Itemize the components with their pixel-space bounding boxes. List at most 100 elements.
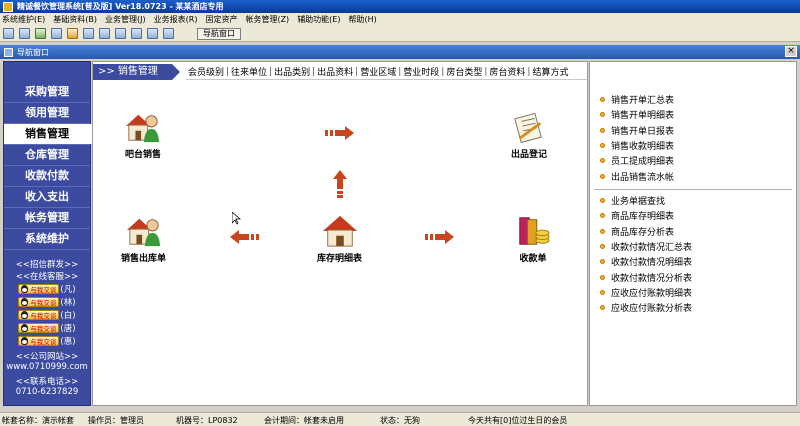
tab-sales-management[interactable]: >> 销售管理 — [93, 64, 180, 80]
menu-help[interactable]: 帮助(H) — [348, 14, 376, 25]
tab-table-type[interactable]: 房台类型 — [444, 65, 484, 78]
arrow-up-icon — [333, 170, 347, 198]
sidebar-item-requisition[interactable]: 领用管理 — [4, 103, 90, 123]
module-bar-sales[interactable]: 吧台销售 — [123, 110, 163, 160]
report-item[interactable]: 销售开单汇总表 — [590, 92, 796, 107]
report-item[interactable]: 应收应付账款明细表 — [590, 285, 796, 300]
report-item[interactable]: 商品库存明细表 — [590, 208, 796, 223]
status-period: 会计期间：帐套未启用 — [264, 416, 344, 425]
menu-tools[interactable]: 辅助功能(E) — [297, 14, 340, 25]
sidebar-item-payments[interactable]: 收款付款 — [4, 166, 90, 186]
module-inventory[interactable]: 库存明细表 — [317, 214, 362, 264]
bullet-icon — [600, 228, 605, 234]
sidebar-item-purchase[interactable]: 采购管理 — [4, 82, 90, 102]
refresh-icon[interactable] — [35, 28, 46, 39]
qq-chat-hui[interactable]: 与我交谈 (惠) — [4, 335, 90, 347]
tab-business-area[interactable]: 营业区域 — [358, 65, 398, 78]
chart-icon[interactable] — [67, 28, 78, 39]
qq-chat-button[interactable]: 与我交谈 — [18, 310, 60, 320]
module-label: 收款单 — [519, 254, 547, 264]
module-sales-out[interactable]: 销售出库单 — [121, 214, 166, 264]
nav-window-button[interactable]: 导航窗口 — [197, 27, 241, 40]
report-item[interactable]: 收款付款情况汇总表 — [590, 239, 796, 254]
status-operator: 操作员：管理员 — [88, 416, 144, 425]
report-item[interactable]: 销售收款明细表 — [590, 138, 796, 153]
bullet-icon — [600, 112, 605, 118]
qq-chat-fan[interactable]: 与我交谈 (凡) — [4, 283, 90, 295]
menu-reports[interactable]: 业务报表(R) — [154, 14, 198, 25]
print-icon[interactable] — [131, 28, 142, 39]
exit-icon[interactable] — [163, 28, 174, 39]
help-icon[interactable] — [147, 28, 158, 39]
status-account: 帐套名称：演示帐套 — [2, 416, 74, 425]
report-item[interactable]: 业务单据查找 — [590, 193, 796, 208]
menu-accounts[interactable]: 帐务管理(Z) — [245, 14, 289, 25]
module-label: 吧台销售 — [124, 150, 161, 160]
penguin-icon — [21, 311, 29, 319]
module-label: 销售出库单 — [121, 254, 167, 264]
sidebar-item-sales[interactable]: 销售管理 — [4, 124, 92, 144]
report-group-sales: 销售开单汇总表 销售开单明细表 销售开单日报表 销售收款明细表 员工提成明细表 … — [590, 92, 796, 184]
new-icon[interactable] — [3, 28, 14, 39]
status-machine: 机器号：LP0832 — [176, 416, 238, 425]
report-item[interactable]: 收款付款情况分析表 — [590, 269, 796, 284]
table-icon[interactable] — [51, 28, 62, 39]
bullet-icon — [600, 158, 605, 164]
bullet-icon — [600, 97, 605, 103]
phone-title: <<联系电话>> — [15, 377, 79, 387]
menu-business[interactable]: 业务管理(J) — [105, 14, 146, 25]
bullet-icon — [600, 305, 605, 311]
tab-business-period[interactable]: 营业时段 — [401, 65, 441, 78]
menu-system[interactable]: 系统维护(E) — [2, 14, 45, 25]
close-icon[interactable]: × — [785, 46, 797, 57]
report-item[interactable]: 出品销售流水帐 — [590, 168, 796, 183]
sidebar-item-accounts[interactable]: 帐务管理 — [4, 208, 90, 228]
bullet-icon — [600, 259, 605, 265]
penguin-icon — [21, 298, 29, 306]
window-icon — [4, 47, 13, 57]
folder-icon[interactable] — [83, 28, 94, 39]
tab-partners[interactable]: 往来单位 — [229, 65, 269, 78]
module-receipt[interactable]: 收款单 — [513, 214, 553, 264]
money-icon — [519, 217, 550, 245]
mouse-cursor-icon — [232, 212, 241, 225]
qq-chat-tang[interactable]: 与我交谈 (唐) — [4, 322, 90, 334]
qq-chat-button[interactable]: 与我交谈 — [18, 297, 60, 307]
qq-chat-button[interactable]: 与我交谈 — [18, 323, 60, 333]
report-item[interactable]: 销售开单明细表 — [590, 107, 796, 122]
report-group-inventory: 业务单据查找 商品库存明细表 商品库存分析表 收款付款情况汇总表 收款付款情况明… — [590, 193, 796, 315]
company-site-link[interactable]: www.0710999.com — [4, 362, 90, 372]
quick-links: 会员级别 | 往来单位 | 出品类别 | 出品资料 | 营业区域 | 营业时段 | 房台类型… — [185, 64, 587, 80]
tab-member-level[interactable]: 会员级别 — [186, 65, 226, 78]
report-item[interactable]: 销售开单日报表 — [590, 123, 796, 138]
report-item[interactable]: 员工提成明细表 — [590, 153, 796, 168]
tab-settlement[interactable]: 结算方式 — [530, 65, 570, 78]
tab-product-data[interactable]: 出品资料 — [315, 65, 355, 78]
report-item[interactable]: 商品库存分析表 — [590, 224, 796, 239]
sidebar-item-maintenance[interactable]: 系统维护 — [4, 229, 90, 249]
tab-table-data[interactable]: 房台资料 — [487, 65, 527, 78]
qq-chat-button[interactable]: 与我交谈 — [18, 284, 60, 294]
menu-basic-data[interactable]: 基础资料(B) — [53, 14, 97, 25]
app-title: 精诚餐饮管理系统[普及版] Ver18.0723 - 某某酒店专用 — [17, 2, 224, 11]
qq-chat-bai[interactable]: 与我交谈 (白) — [4, 309, 90, 321]
save-icon[interactable] — [115, 28, 126, 39]
qq-chat-lin[interactable]: 与我交谈 (林) — [4, 296, 90, 308]
title-bar: 精诚餐饮管理系统[普及版] Ver18.0723 - 某某酒店专用 — [0, 0, 800, 13]
module-product-register[interactable]: 出品登记 — [509, 110, 549, 160]
report-item[interactable]: 收款付款情况明细表 — [590, 254, 796, 269]
sidebar-item-warehouse[interactable]: 仓库管理 — [4, 145, 90, 165]
qq-chat-button[interactable]: 与我交谈 — [18, 336, 60, 346]
status-bar: 帐套名称：演示帐套 操作员：管理员 机器号：LP0832 会计期间：帐套未启用 … — [0, 412, 800, 426]
keyboard-icon[interactable] — [99, 28, 110, 39]
status-birthday: 今天共有[0]位过生日的会员 — [468, 416, 568, 425]
sidebar-item-income[interactable]: 收入支出 — [4, 187, 90, 207]
list-icon[interactable] — [19, 28, 30, 39]
report-item[interactable]: 应收应付账款分析表 — [590, 300, 796, 315]
menu-assets[interactable]: 固定资产 — [205, 14, 237, 25]
tab-product-category[interactable]: 出品类别 — [272, 65, 312, 78]
recruit-link[interactable]: <<招信群发>> — [4, 258, 90, 270]
bullet-icon — [600, 244, 605, 250]
penguin-icon — [21, 324, 29, 332]
notepad-icon — [514, 112, 542, 144]
